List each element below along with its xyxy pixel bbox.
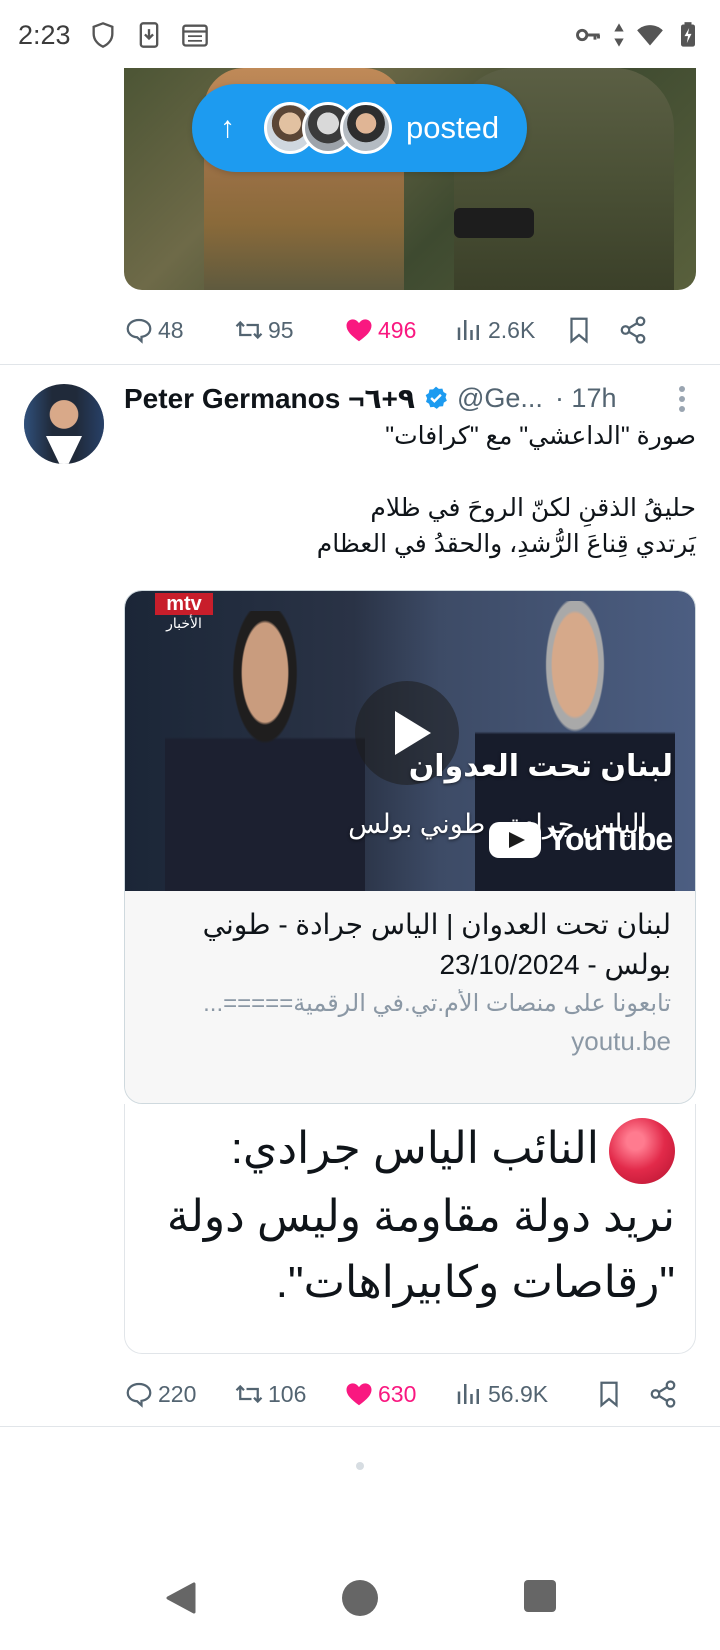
tweet-text-line: يَرتدي قِناعَ الرُّشدِ، والحقدُ في العظا… xyxy=(316,530,696,558)
views-button[interactable]: 2.6K xyxy=(454,315,535,345)
card-domain: youtu.be xyxy=(571,1026,671,1056)
repost-icon xyxy=(235,320,263,340)
arrow-up-icon: ↑ xyxy=(220,111,235,144)
tweet-text-line: حليقُ الذقنِ لكنّ الروحَ في ظلام xyxy=(370,494,696,522)
prev-tweet-actions: 48 95 496 2.6K xyxy=(124,310,684,350)
quote-line: نريد دولة مقاومة وليس دولة xyxy=(166,1192,675,1242)
calendar-icon xyxy=(181,21,209,49)
tweet-actions: 220 106 630 56.9K xyxy=(124,1374,684,1414)
status-left: 2:23 xyxy=(18,20,209,51)
like-button[interactable]: 630 xyxy=(344,1379,416,1409)
reply-button[interactable]: 220 xyxy=(124,1379,196,1409)
views-icon xyxy=(457,320,479,340)
heart-filled-icon xyxy=(346,319,372,342)
embedded-text-image[interactable]: النائب الياس جرادي: نريد دولة مقاومة ولي… xyxy=(124,1104,696,1354)
views-icon xyxy=(457,1384,479,1404)
thumbnail-person-left xyxy=(165,611,365,891)
back-icon[interactable] xyxy=(162,1580,198,1616)
author-handle[interactable]: @Ge... xyxy=(457,383,543,414)
shield-icon xyxy=(89,21,117,49)
views-count: 56.9K xyxy=(488,1380,549,1407)
share-button[interactable] xyxy=(648,1379,678,1409)
reply-button[interactable]: 48 xyxy=(124,315,184,345)
repost-count: 95 xyxy=(268,316,294,343)
quote-line: النائب الياس جرادي: xyxy=(145,1116,675,1185)
data-arrows-icon xyxy=(612,21,626,49)
heart-filled-icon xyxy=(346,1383,372,1406)
quote-line: "رقاصات وكابيراهات". xyxy=(275,1258,675,1308)
video-thumbnail[interactable]: mtv الأخبار لبنان تحت العدوان الياس جراد… xyxy=(125,591,695,891)
reply-icon xyxy=(126,318,152,344)
card-info: لبنان تحت العدوان | الياس جرادة - طوني ب… xyxy=(125,891,695,1103)
more-options-icon[interactable] xyxy=(676,384,688,414)
verified-badge-icon xyxy=(425,386,447,409)
reply-count: 220 xyxy=(158,1380,197,1407)
posted-label: posted xyxy=(406,110,500,145)
repost-icon xyxy=(235,1384,263,1404)
tweet-time[interactable]: · 17h xyxy=(555,383,617,414)
like-count: 630 xyxy=(378,1380,417,1407)
pill-avatars xyxy=(264,102,392,154)
repost-button[interactable]: 106 xyxy=(234,1379,306,1409)
status-time: 2:23 xyxy=(18,19,71,50)
views-count: 2.6K xyxy=(488,316,536,343)
tweet-text-line: صورة "الداعشي" مع "كرافات" xyxy=(385,422,696,450)
bookmark-button[interactable] xyxy=(564,315,594,345)
mtv-logo: mtv الأخبار xyxy=(155,593,213,633)
wifi-icon xyxy=(636,21,664,49)
tweet-header: Peter Germanos ¬٩+٦ @Ge... · 17h xyxy=(124,378,704,418)
bookmark-button[interactable] xyxy=(594,1379,624,1409)
bookmark-icon xyxy=(570,317,588,344)
share-icon xyxy=(620,316,646,344)
author-name[interactable]: Peter Germanos ¬٩+٦ xyxy=(124,382,415,415)
battery-icon xyxy=(674,21,702,49)
recents-icon[interactable] xyxy=(524,1580,556,1612)
reply-icon xyxy=(126,1382,152,1408)
tweet-divider xyxy=(0,1426,720,1427)
bookmark-icon xyxy=(600,1381,618,1408)
share-button[interactable] xyxy=(618,315,648,345)
repost-count: 106 xyxy=(268,1380,307,1407)
avatar xyxy=(340,102,392,154)
like-count: 496 xyxy=(378,316,417,343)
views-button[interactable]: 56.9K xyxy=(454,1379,548,1409)
image-drone-controller xyxy=(454,208,534,238)
like-button[interactable]: 496 xyxy=(344,315,416,345)
author-avatar[interactable] xyxy=(24,384,104,464)
tweet-divider xyxy=(0,364,720,365)
reply-count: 48 xyxy=(158,316,184,343)
thumbnail-title: لبنان تحت العدوان xyxy=(408,750,673,783)
vpn-key-icon xyxy=(574,21,602,49)
tweet-text: صورة "الداعشي" مع "كرافات" حليقُ الذقنِ … xyxy=(124,418,696,562)
share-icon xyxy=(650,1380,676,1408)
new-posts-pill[interactable]: ↑ posted xyxy=(192,84,527,172)
link-card[interactable]: mtv الأخبار لبنان تحت العدوان الياس جراد… xyxy=(124,590,696,1104)
card-description: تابعونا على منصات الأم.تي.في الرقمية====… xyxy=(203,990,671,1017)
system-nav-bar xyxy=(0,1560,720,1650)
red-circle-icon xyxy=(609,1118,675,1185)
youtube-logo: YouTube xyxy=(489,821,673,858)
repost-button[interactable]: 95 xyxy=(234,315,294,345)
youtube-play-icon xyxy=(489,821,541,858)
status-bar: 2:23 xyxy=(0,0,720,70)
card-title: لبنان تحت العدوان | الياس جرادة - طوني ب… xyxy=(202,909,671,980)
status-right xyxy=(574,21,702,49)
loading-indicator xyxy=(356,1462,364,1470)
home-icon[interactable] xyxy=(342,1580,378,1616)
download-icon xyxy=(135,21,163,49)
